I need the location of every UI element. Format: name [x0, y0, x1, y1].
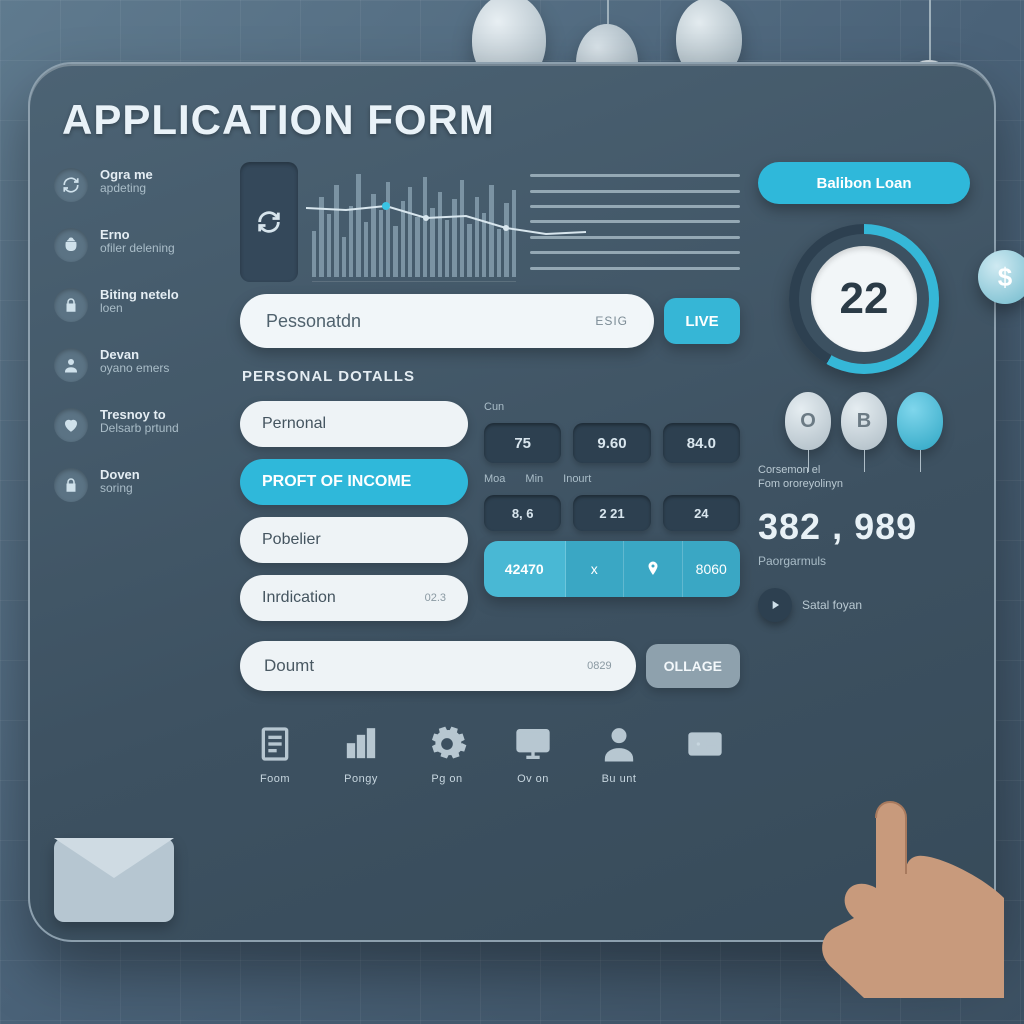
balloon-blank-icon: [897, 392, 943, 450]
sidebar-item-label: Biting netelo: [100, 288, 179, 302]
dock-card[interactable]: [682, 721, 728, 785]
monitor-icon: [510, 721, 556, 767]
stat-chip: 9.60: [573, 423, 650, 463]
ruled-lines: [530, 162, 740, 282]
search-input[interactable]: Pessonatdn ESIG: [240, 294, 654, 348]
stat-chip: 75: [484, 423, 561, 463]
stat-chip: 8, 6: [484, 495, 561, 531]
segmented-control[interactable]: 42470 x 8060: [484, 541, 740, 597]
seg-value[interactable]: 42470: [484, 541, 566, 597]
sparkline-bars: [312, 162, 516, 282]
amount-input[interactable]: Doumt 0829: [240, 641, 636, 691]
tablet-frame: APPLICATION FORM Ogra meapdeting Ernoofi…: [28, 62, 996, 942]
play-button[interactable]: [758, 588, 792, 622]
gauge-value: 22: [811, 246, 917, 352]
sidebar-item-user[interactable]: Devanoyano emers: [54, 348, 222, 382]
refresh-icon: [54, 168, 88, 202]
sidebar-item-label: Ogra me: [100, 168, 153, 182]
sidebar: Ogra meapdeting Ernoofiler delening Biti…: [54, 162, 222, 922]
bars-icon: [338, 721, 384, 767]
step-list: Pernonal PROFT OF INCOME Pobelier Inrdic…: [240, 401, 468, 621]
step-indication[interactable]: Inrdication02.3: [240, 575, 468, 621]
seg-pin-icon[interactable]: [624, 541, 683, 597]
dock-profile[interactable]: Bu unt: [596, 721, 642, 785]
search-placeholder: Pessonatdn: [266, 311, 361, 332]
dock-chart[interactable]: Pongy: [338, 721, 384, 785]
sidebar-item-refresh[interactable]: Ogra meapdeting: [54, 168, 222, 202]
amount-label: Doumt: [264, 656, 314, 676]
stats-panel: Cun 75 9.60 84.0 Moa Min Inourt 8, 6 2 2…: [484, 401, 740, 621]
section-heading: PERSONAL DOTALLS: [242, 368, 740, 385]
sidebar-item-heart[interactable]: Tresnoy toDelsarb prtund: [54, 408, 222, 442]
amount-suffix: 0829: [587, 660, 611, 672]
sidebar-item-lock2[interactable]: Dovensoring: [54, 468, 222, 502]
sidebar-item-label: Tresnoy to: [100, 408, 179, 422]
mini-balloons: O B: [785, 392, 943, 450]
lock-icon: [54, 468, 88, 502]
dock-form[interactable]: Foom: [252, 721, 298, 785]
step-proof-of-income[interactable]: PROFT OF INCOME: [240, 459, 468, 505]
heart-icon: [54, 408, 88, 442]
balloon-loan-button[interactable]: Balibon Loan: [758, 162, 970, 204]
dollar-icon: $: [978, 250, 1024, 304]
seg-close-icon[interactable]: x: [566, 541, 625, 597]
stat-chip: 2 21: [573, 495, 650, 531]
step-personal[interactable]: Pernonal: [240, 401, 468, 447]
sidebar-item-label: Erno: [100, 228, 175, 242]
envelope-icon: [54, 838, 174, 922]
bag-icon: [54, 228, 88, 262]
chart-row: [240, 162, 740, 282]
sidebar-item-bag[interactable]: Ernoofiler delening: [54, 228, 222, 262]
sidebar-item-lock[interactable]: Biting neteloloen: [54, 288, 222, 322]
ollage-button[interactable]: OLLAGE: [646, 644, 740, 688]
live-button[interactable]: LIVE: [664, 298, 740, 344]
step-pobelier[interactable]: Pobelier: [240, 517, 468, 563]
sidebar-item-label: Doven: [100, 468, 140, 482]
search-suffix: ESIG: [595, 314, 628, 328]
stat-chip: 24: [663, 495, 740, 531]
lock-icon: [54, 288, 88, 322]
gear-icon: [424, 721, 470, 767]
chart-refresh-icon[interactable]: [240, 162, 298, 282]
right-rail: Balibon Loan 22 O B Corsemon elFom orore…: [758, 162, 970, 922]
progress-gauge: 22: [789, 224, 939, 374]
person-icon: [596, 721, 642, 767]
stat-chip: 84.0: [663, 423, 740, 463]
play-label: Satal foyan: [802, 598, 862, 612]
dock-settings[interactable]: Pg on: [424, 721, 470, 785]
document-icon: [252, 721, 298, 767]
balloon-o-icon: O: [785, 392, 831, 450]
dock: Foom Pongy Pg on Ov on Bu unt: [240, 703, 740, 787]
user-icon: [54, 348, 88, 382]
sidebar-item-label: Devan: [100, 348, 169, 362]
id-card-icon: [682, 721, 728, 767]
balloon-b-icon: B: [841, 392, 887, 450]
summary-amount-label: Paorgarmuls: [758, 554, 826, 568]
seg-value[interactable]: 8060: [683, 541, 741, 597]
dock-monitor[interactable]: Ov on: [510, 721, 556, 785]
page-title: APPLICATION FORM: [54, 92, 970, 162]
summary-amount: 382 , 989: [758, 506, 917, 548]
main-panel: Pessonatdn ESIG LIVE PERSONAL DOTALLS Pe…: [240, 162, 740, 922]
